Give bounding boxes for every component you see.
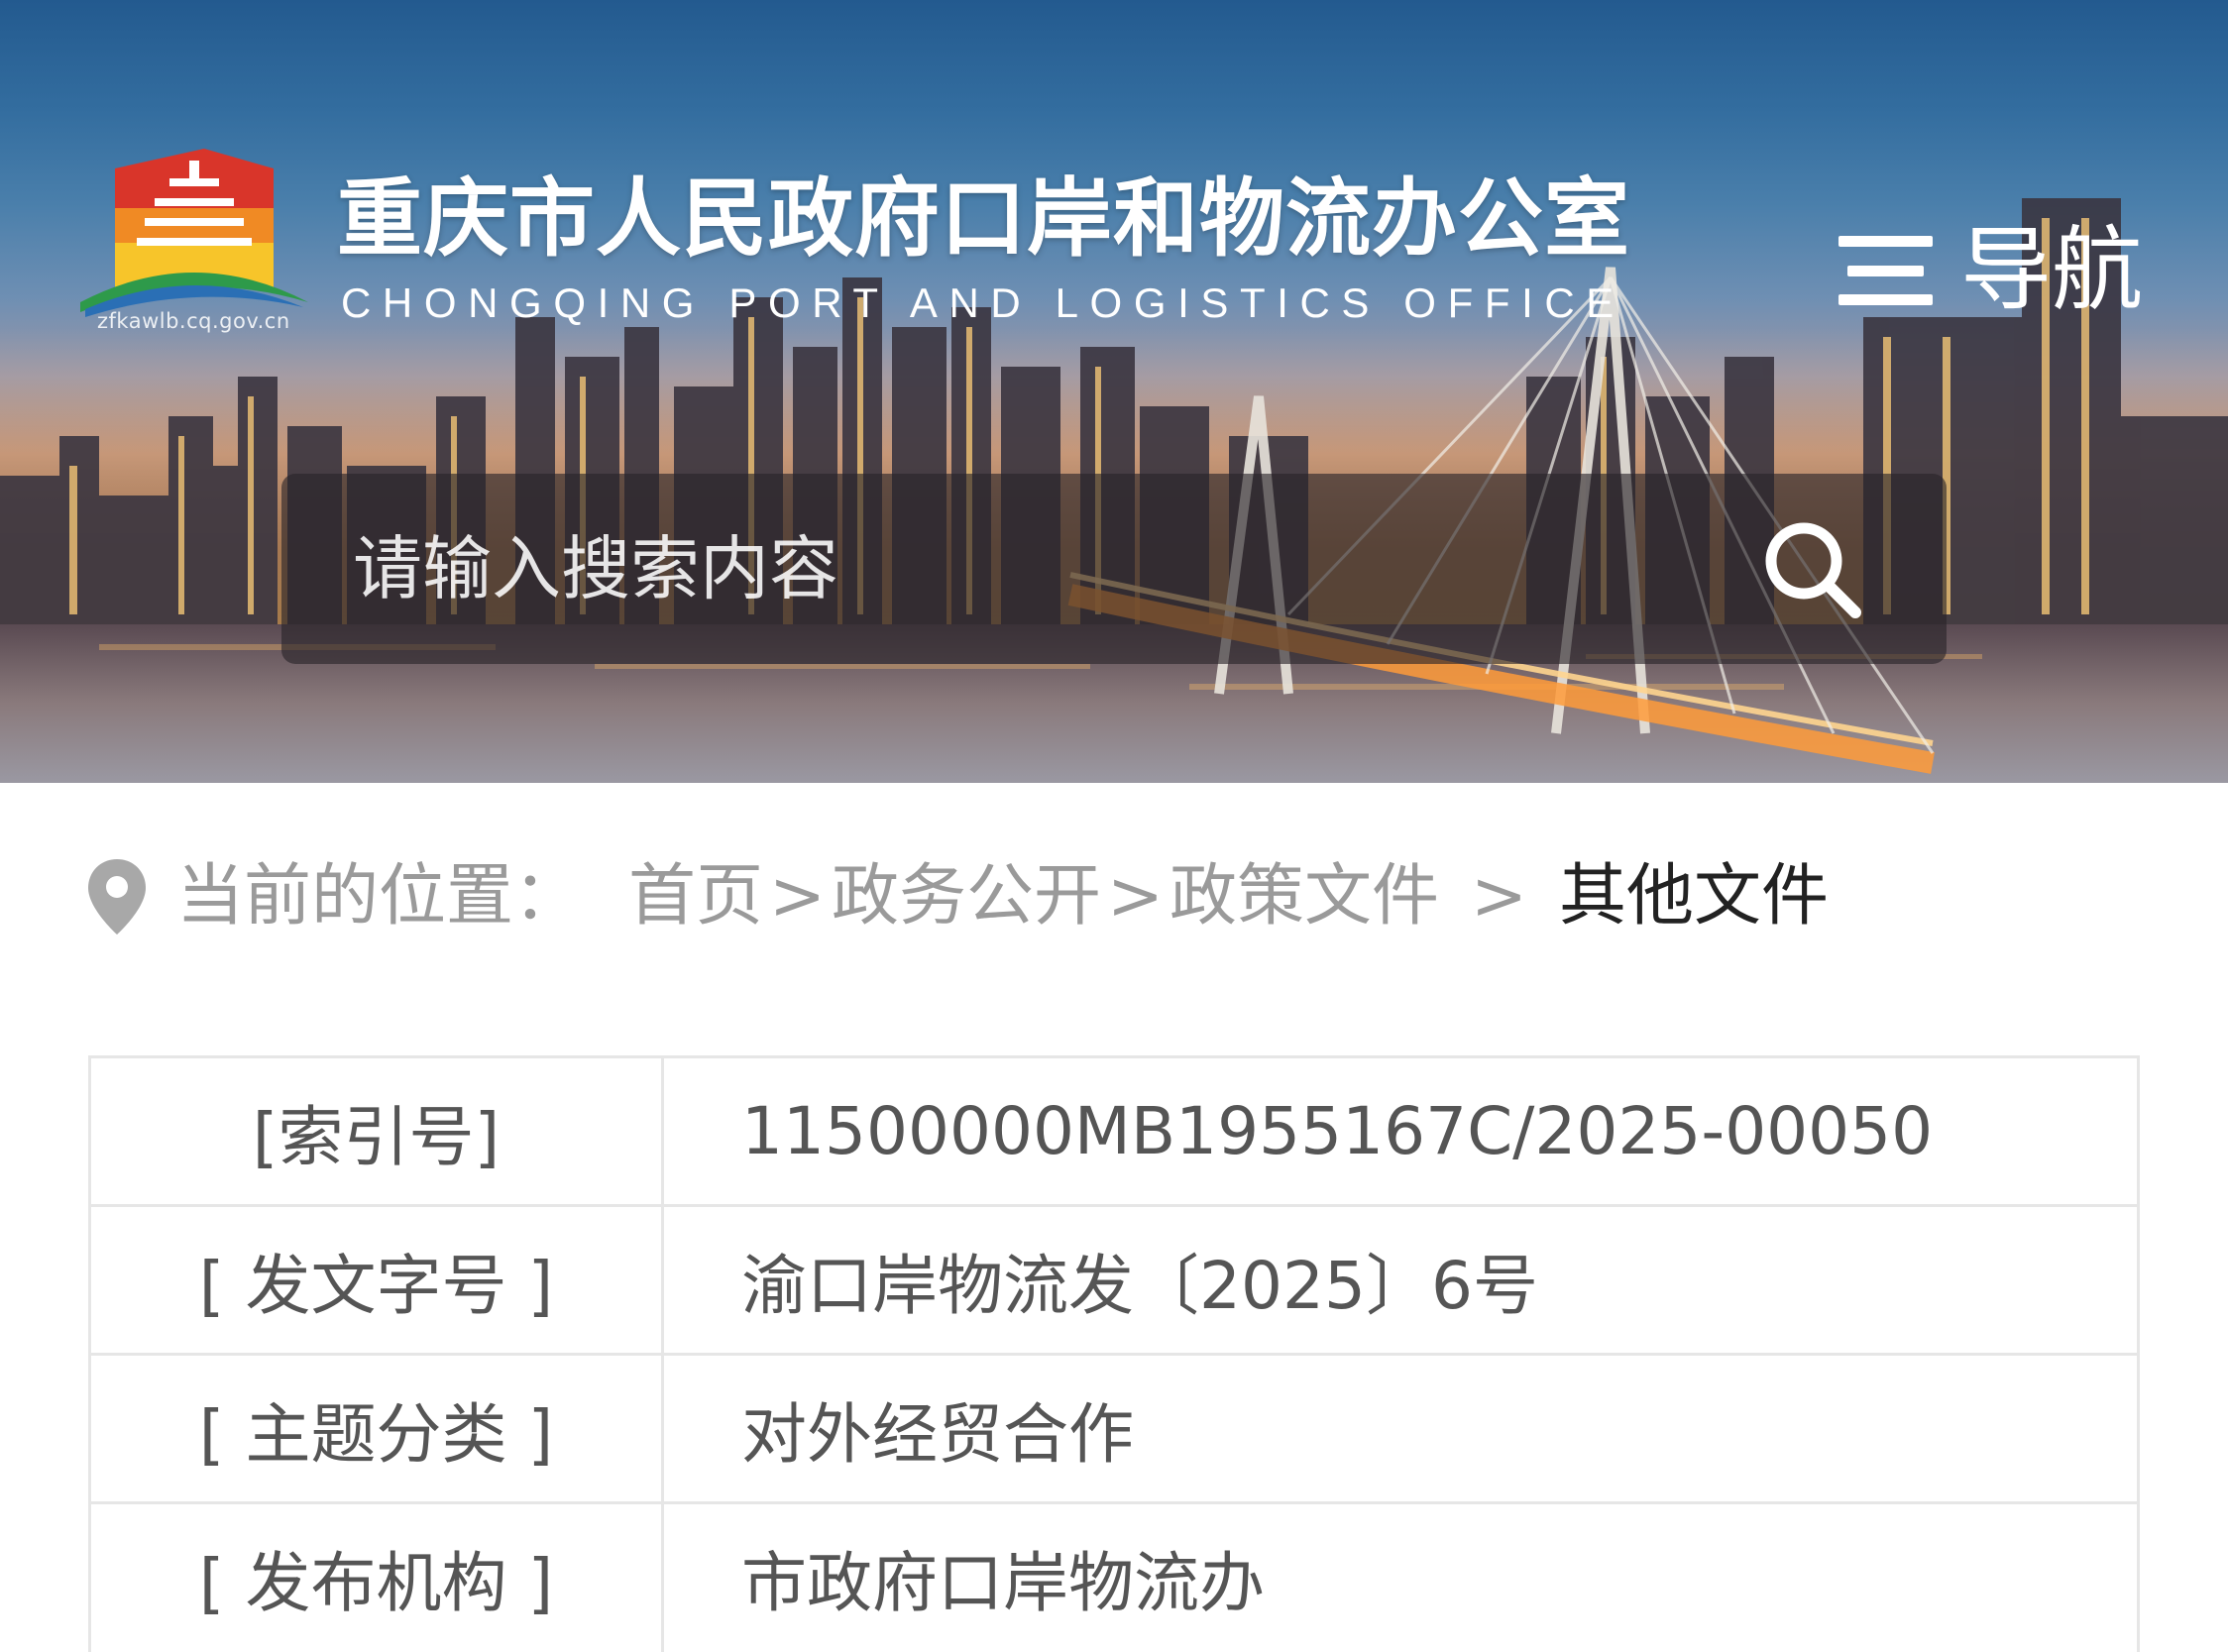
table-row: [ 发布机构 ] 市政府口岸物流办 [88, 1501, 2140, 1652]
table-row: [ 主题分类 ] 对外经贸合作 [88, 1353, 2140, 1504]
breadcrumb-current[interactable]: 其他文件 [1559, 863, 1829, 931]
site-subtitle: CHONGQING PORT AND LOGISTICS OFFICE [341, 279, 1625, 326]
government-emblem-logo [80, 149, 308, 317]
menu-icon [1838, 226, 1933, 315]
search-input[interactable] [353, 474, 1740, 664]
breadcrumb-policy-docs[interactable]: 政策文件 [1170, 863, 1439, 931]
city-skyline-background [0, 198, 2228, 783]
breadcrumb-label: 当前的位置： [176, 857, 582, 936]
site-title[interactable]: 重庆市人民政府口岸和物流办公室 [337, 176, 1630, 262]
table-row: [索引号] 11500000MB1955167C/2025-00050 [88, 1055, 2140, 1207]
search-icon [1765, 522, 1861, 618]
location-pin-icon [85, 857, 149, 936]
row-label-document-number: [ 发文字号 ] [88, 1204, 664, 1356]
row-value-subject-category: 对外经贸合作 [661, 1353, 2140, 1504]
breadcrumb-separator: > [1471, 857, 1528, 936]
header-banner: zfkawlb.cq.gov.cn 重庆市人民政府口岸和物流办公室 CHONGQ… [0, 0, 2228, 783]
logo-url-text: zfkawlb.cq.gov.cn [97, 309, 290, 333]
search-button[interactable] [1758, 515, 1867, 624]
search-bar [281, 474, 1947, 664]
row-value-index-number: 11500000MB1955167C/2025-00050 [661, 1055, 2140, 1207]
nav-menu-label: 导航 [1960, 217, 2144, 323]
document-info-table: [索引号] 11500000MB1955167C/2025-00050 [ 发文… [88, 1055, 2140, 1652]
breadcrumb-separator: > [1107, 857, 1165, 936]
row-label-index-number: [索引号] [88, 1055, 664, 1207]
row-label-issuing-agency: [ 发布机构 ] [88, 1501, 664, 1652]
row-label-subject-category: [ 主题分类 ] [88, 1353, 664, 1504]
breadcrumb-home[interactable]: 首页 [628, 863, 763, 931]
row-value-document-number: 渝口岸物流发〔2025〕6号 [661, 1204, 2140, 1356]
site-logo[interactable]: zfkawlb.cq.gov.cn [75, 139, 313, 347]
row-value-issuing-agency: 市政府口岸物流办 [661, 1501, 2140, 1652]
table-row: [ 发文字号 ] 渝口岸物流发〔2025〕6号 [88, 1204, 2140, 1356]
breadcrumb-separator: > [769, 857, 827, 936]
nav-menu-button[interactable]: 导航 [1838, 216, 2156, 325]
breadcrumb-gov-affairs[interactable]: 政务公开 [832, 863, 1101, 931]
breadcrumb: 当前的位置： 首页 > 政务公开 > 政策文件 > 其他文件 [85, 847, 1829, 946]
